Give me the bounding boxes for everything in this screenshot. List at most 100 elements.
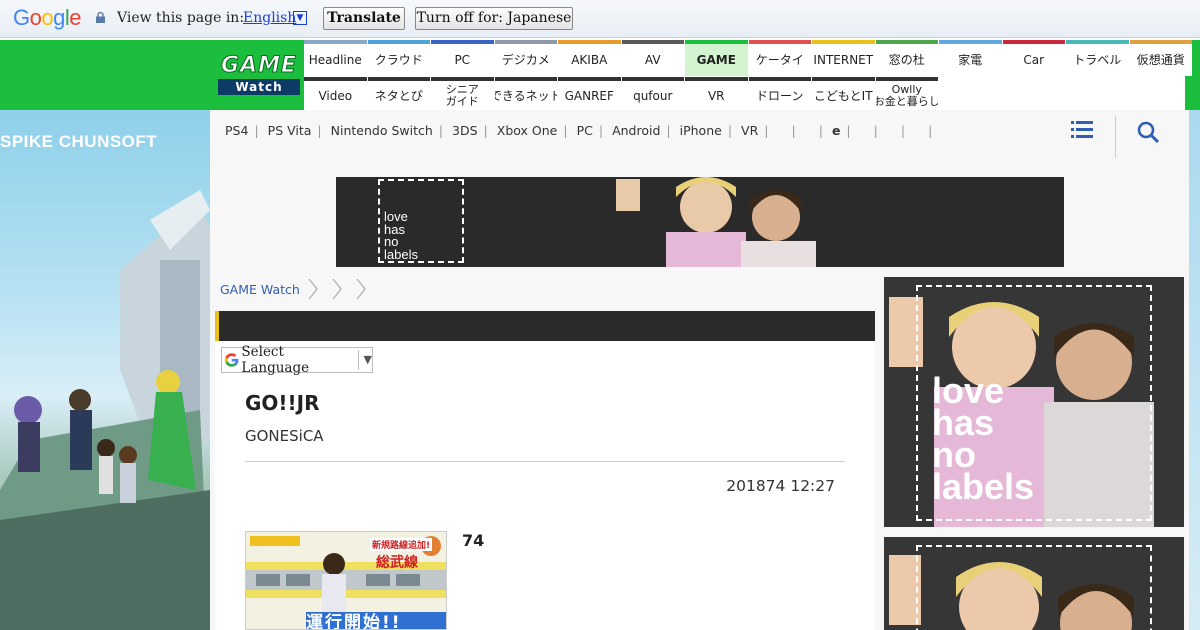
category-tab-secondary[interactable]: ドローン <box>748 77 811 110</box>
category-tab-secondary[interactable]: できるネット <box>494 77 557 110</box>
subnav-separator: | <box>666 123 671 138</box>
category-tab-secondary[interactable]: qufour <box>621 77 684 110</box>
section-header-bar <box>215 311 875 341</box>
sidebar-ad-1[interactable]: love has no labels <box>884 277 1184 527</box>
sidebar-ad-frame <box>916 545 1152 630</box>
category-label-line2: ガイド <box>445 94 479 108</box>
search-icon[interactable] <box>1137 121 1159 143</box>
artwork-illustration <box>0 190 210 630</box>
subnav-separator: | <box>764 123 769 138</box>
category-tab[interactable]: クラウド <box>367 40 430 76</box>
sidebar-ad-logo: love has no labels <box>916 285 1152 521</box>
ad-line-4: labels <box>932 466 1035 507</box>
subnav-item[interactable]: PS4 <box>225 118 248 143</box>
background-artwork-right <box>1189 110 1200 630</box>
subnav-item[interactable]: e <box>832 118 840 143</box>
category-tab-secondary[interactable]: Owlly お金と暮らし <box>875 77 938 110</box>
select-language-dropdown[interactable]: Select Language ▼ <box>221 344 373 376</box>
chevron-down-icon[interactable]: ▼ <box>293 11 307 25</box>
category-tab-secondary[interactable]: ネタとぴ <box>367 77 430 110</box>
subnav-separator: | <box>791 123 796 138</box>
background-artwork[interactable]: SPIKE CHUNSOFT <box>0 110 210 630</box>
category-nav-primary: Headline クラウド PC デジカメ AKIBA AV GAME ケータイ INTERNE… <box>304 40 1193 76</box>
thumbnail-line: 総武線 <box>376 555 418 571</box>
subnav-item[interactable]: Nintendo Switch <box>331 118 433 143</box>
subnav-separator: | <box>873 123 878 138</box>
chevron-right-icon <box>332 278 342 300</box>
category-tab[interactable]: AKIBA <box>558 40 621 76</box>
category-tab-secondary[interactable]: シニア ガイド <box>431 77 494 110</box>
google-logo-letter: o <box>29 5 42 30</box>
chevron-right-icon <box>356 278 366 300</box>
chevron-down-icon: ▼ <box>357 350 372 370</box>
language-link[interactable]: English <box>243 10 296 26</box>
category-tab-secondary[interactable]: こどもとIT <box>812 77 875 110</box>
subnav-separator: | <box>563 123 568 138</box>
translate-button[interactable]: Translate <box>323 7 405 30</box>
translate-prompt: View this page in: <box>117 10 245 26</box>
lock-icon <box>96 12 105 23</box>
category-tab[interactable]: Car <box>1002 40 1065 76</box>
subnav-item[interactable]: Xbox One <box>497 118 558 143</box>
article-count: 74 <box>462 531 485 550</box>
translate-bar: Google View this page in: English ▼ Tran… <box>0 0 1200 38</box>
platform-subnav: PS4 | PS Vita | Nintendo Switch | 3DS | Xbox One… <box>225 118 1075 143</box>
subnav-item[interactable]: PC <box>577 118 593 143</box>
category-tab[interactable]: INTERNET <box>812 40 875 76</box>
subnav-separator: | <box>438 123 444 138</box>
google-logo-letter: G <box>13 5 30 30</box>
category-tab[interactable]: トラベル <box>1066 40 1129 76</box>
subnav-item[interactable]: VR <box>741 118 758 143</box>
category-label-line1: シニア <box>445 82 479 96</box>
header-divider <box>1115 116 1116 158</box>
select-language-label: Select Language <box>241 344 310 376</box>
category-nav-secondary: VideoネタとぴシニアガイドできるネットGANREFqufourVRドローンこ… <box>304 77 939 110</box>
thumbnail-tag: 新規路線追加! <box>370 538 433 551</box>
google-logo-letter: g <box>53 5 65 30</box>
category-tab-secondary[interactable]: VR <box>685 77 748 110</box>
subnav-item[interactable]: iPhone <box>680 118 722 143</box>
category-tab[interactable]: デジカメ <box>494 40 557 76</box>
subnav-item[interactable]: Android <box>612 118 660 143</box>
category-tab[interactable]: AV <box>621 40 684 76</box>
category-tab[interactable]: ケータイ <box>748 40 811 76</box>
ad-logo: love has no labels <box>378 179 464 263</box>
google-logo-letter: o <box>41 5 54 30</box>
artwork-title: SPIKE CHUNSOFT <box>0 132 158 151</box>
google-logo-letter: e <box>69 5 82 30</box>
category-tab[interactable]: 窓の杜 <box>875 40 938 76</box>
subnav-separator: | <box>900 123 906 138</box>
ad-line-4: labels <box>384 246 418 262</box>
category-tab[interactable]: GAME <box>685 40 748 76</box>
category-tab-secondary[interactable]: Video <box>304 77 367 110</box>
divider <box>245 461 845 462</box>
subnav-separator: | <box>598 123 604 138</box>
top-banner-ad[interactable]: love has no labels <box>336 177 1064 267</box>
chevron-right-icon <box>308 278 318 300</box>
category-tab[interactable]: PC <box>431 40 494 76</box>
category-tab[interactable]: Headline <box>304 40 367 76</box>
logo-top-text: GAME <box>220 53 297 79</box>
turn-off-button[interactable]: Turn off for: Japanese <box>415 7 573 30</box>
thumbnail-banner: 運行開始!! <box>306 613 402 630</box>
category-label-line1: Owlly <box>891 82 922 96</box>
hamburger-menu-icon[interactable] <box>1071 121 1093 139</box>
category-tab[interactable]: 仮想通貨 <box>1129 40 1192 76</box>
subnav-separator: | <box>727 123 733 138</box>
subnav-item[interactable]: 3DS <box>452 118 478 143</box>
category-tab[interactable]: 家電 <box>939 40 1002 76</box>
logo-bottom-text: Watch <box>218 79 300 95</box>
subnav-separator: | <box>483 123 488 138</box>
article-subtitle: GONESiCA <box>245 427 324 445</box>
subnav-separator: | <box>254 123 259 138</box>
subnav-item[interactable]: PS Vita <box>268 118 312 143</box>
breadcrumb: GAME Watch <box>220 278 372 300</box>
breadcrumb-home[interactable]: GAME Watch <box>220 282 300 297</box>
article-thumbnail[interactable]: 新規路線追加! 総武線 運行開始!! <box>245 531 447 630</box>
article-date: 201874 12:27 <box>726 477 835 495</box>
site-logo[interactable]: GAME Watch <box>218 53 300 96</box>
subnav-separator: | <box>846 123 851 138</box>
google-g-icon <box>224 353 239 367</box>
category-tab-secondary[interactable]: GANREF <box>558 77 621 110</box>
sidebar-ad-2[interactable] <box>884 537 1184 630</box>
